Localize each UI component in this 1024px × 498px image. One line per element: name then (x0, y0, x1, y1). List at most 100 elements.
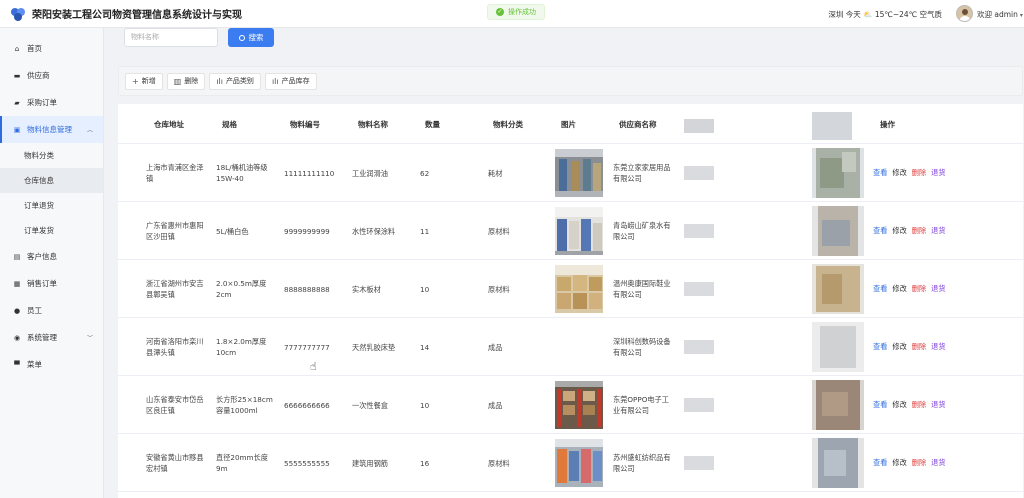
table-row: 广东省惠州市惠阳区沙田镇 5L/桶白色 9999999999 水性环保涂料 11… (118, 202, 1023, 260)
sidebar-sub-category[interactable]: 物料分类 (0, 143, 103, 168)
delete-link[interactable]: 删除 (912, 458, 926, 468)
delete-link[interactable]: 删除 (912, 168, 926, 178)
sidebar-item-menu[interactable]: ▀ 菜单 (0, 351, 103, 378)
edit-link[interactable]: 修改 (892, 284, 906, 294)
view-link[interactable]: 查看 (873, 342, 887, 352)
cell-address: 广东省惠州市惠阳区沙田镇 (146, 221, 204, 241)
sidebar-sub-warehouse[interactable]: 仓库信息 (0, 168, 103, 193)
sidebar-item-supplier[interactable]: ▬ 供应商 (0, 62, 103, 89)
cell-qty: 16 (420, 458, 430, 468)
toast-text: 操作成功 (508, 8, 536, 16)
edit-link[interactable]: 修改 (892, 400, 906, 410)
cell-address: 浙江省湖州市安吉县鄣吴镇 (146, 279, 204, 299)
cell-address: 上海市青浦区金泽镇 (146, 163, 204, 183)
table-header: 仓库地址 规格 物料编号 物料名称 数量 物料分类 图片 供应商名称 操作 (118, 104, 1023, 144)
add-button[interactable]: + 新增 (125, 72, 163, 90)
return-link[interactable]: 退货 (931, 168, 945, 178)
row-actions: 查看 修改 删除 退货 (873, 144, 946, 202)
sidebar-item-sales[interactable]: ▦ 销售订单 (0, 270, 103, 297)
sidebar-sub-shipping[interactable]: 订单发货 (0, 218, 103, 243)
material-photo[interactable] (555, 439, 603, 487)
cell-category: 耗材 (488, 168, 503, 178)
table-row: 山东省泰安市岱岳区良庄镇 长方形25×18cm容量1000ml 66666666… (118, 376, 1023, 434)
search-input[interactable]: 物料名称 (124, 28, 218, 47)
view-link[interactable]: 查看 (873, 458, 887, 468)
category-chart-label: 产品类别 (225, 77, 254, 85)
category-chart-button[interactable]: ılı 产品类别 (209, 72, 261, 90)
cell-supplier: 东莞OPPO电子工业有限公司 (613, 395, 669, 415)
material-icon: ▣ (13, 125, 21, 134)
settings-icon: ◉ (13, 333, 21, 342)
cell-qty: 11 (420, 226, 430, 236)
weather-info: 深圳 今天 ⛅ 15℃~24℃ 空气质 (828, 10, 942, 19)
header-name: 物料名称 (358, 120, 388, 129)
cell-qty: 14 (420, 342, 430, 352)
edit-link[interactable]: 修改 (892, 168, 906, 178)
cell-name: 实木板材 (352, 284, 381, 294)
delete-link[interactable]: 删除 (912, 400, 926, 410)
avatar[interactable] (956, 5, 973, 22)
sidebar-sub-return[interactable]: 订单退货 (0, 193, 103, 218)
material-photo[interactable] (555, 207, 603, 255)
cell-code: 9999999999 (284, 226, 330, 236)
cell-spec: 5L/桶白色 (216, 226, 249, 236)
search-button-label: 搜索 (248, 33, 264, 42)
trash-icon: ▥ (173, 76, 182, 86)
edit-link[interactable]: 修改 (892, 342, 906, 352)
cell-supplier: 青岛崂山矿泉水有限公司 (613, 221, 671, 241)
blurred-image (812, 148, 864, 198)
delete-link[interactable]: 删除 (912, 226, 926, 236)
header-supplier: 供应商名称 (619, 120, 657, 129)
return-link[interactable]: 退货 (931, 400, 945, 410)
cell-category: 原材料 (488, 226, 510, 236)
edit-link[interactable]: 修改 (892, 458, 906, 468)
sidebar-item-purchase[interactable]: ▰ 采购订单 (0, 89, 103, 116)
customer-icon: ▤ (13, 252, 21, 261)
edit-link[interactable]: 修改 (892, 226, 906, 236)
cell-spec: 18L/桶机油等级15W-40 (216, 163, 268, 183)
stock-chart-button[interactable]: ılı 产品库存 (264, 72, 317, 90)
cell-address: 安徽省黄山市黟县宏村镇 (146, 453, 204, 473)
cell-code: 5555555555 (284, 458, 330, 468)
cell-category: 原材料 (488, 284, 510, 294)
sidebar-item-employee[interactable]: ● 员工 (0, 297, 103, 324)
material-photo[interactable] (555, 149, 603, 197)
delete-link[interactable]: 删除 (912, 284, 926, 294)
view-link[interactable]: 查看 (873, 400, 887, 410)
delete-link[interactable]: 删除 (912, 342, 926, 352)
header-qty: 数量 (425, 120, 440, 129)
return-link[interactable]: 退货 (931, 226, 945, 236)
return-link[interactable]: 退货 (931, 342, 945, 352)
stock-chart-label: 产品库存 (281, 77, 310, 85)
cell-name: 一次性餐盒 (352, 400, 388, 410)
sidebar-item-customer[interactable]: ▤ 客户信息 (0, 243, 103, 270)
check-icon: ✓ (496, 8, 504, 16)
sidebar-sub-label: 订单退货 (24, 201, 54, 210)
cell-supplier: 深圳科创数码设备有限公司 (613, 337, 671, 357)
sidebar-item-system[interactable]: ◉ 系统管理 ﹀ (0, 324, 103, 351)
sidebar-item-label: 采购订单 (27, 98, 57, 107)
action-toolbar: + 新增 ▥ 删除 ılı 产品类别 ılı 产品库存 (118, 66, 1023, 96)
user-label: 欢迎 admin (977, 10, 1018, 19)
view-link[interactable]: 查看 (873, 226, 887, 236)
sales-icon: ▦ (13, 279, 21, 288)
view-link[interactable]: 查看 (873, 284, 887, 294)
sidebar-item-material[interactable]: ▣ 物料信息管理 ︿ (0, 116, 103, 143)
sidebar: ⌂ 首页 ▬ 供应商 ▰ 采购订单 ▣ 物料信息管理 ︿ 物料分类 仓库信息 订单退货 订… (0, 28, 104, 498)
search-button[interactable]: 搜索 (228, 28, 274, 47)
cell-supplier: 苏州盛虹纺织品有限公司 (613, 453, 671, 473)
sidebar-item-home[interactable]: ⌂ 首页 (0, 35, 103, 62)
material-photo[interactable] (555, 265, 603, 313)
user-menu[interactable]: 欢迎 admin ▾ (977, 9, 1023, 20)
blurred-cell (684, 224, 714, 238)
view-link[interactable]: 查看 (873, 168, 887, 178)
cell-name: 建筑用钢筋 (352, 458, 388, 468)
delete-button[interactable]: ▥ 删除 (166, 72, 206, 90)
material-photo[interactable] (555, 381, 603, 429)
return-link[interactable]: 退货 (931, 284, 945, 294)
cell-address: 山东省泰安市岱岳区良庄镇 (146, 395, 204, 415)
chevron-down-icon: ﹀ (86, 335, 93, 342)
cell-name: 天然乳胶床垫 (352, 342, 396, 352)
table-row: 河南省洛阳市栾川县潭头镇 1.8×2.0m厚度10cm 7777777777 天… (118, 318, 1023, 376)
return-link[interactable]: 退货 (931, 458, 945, 468)
